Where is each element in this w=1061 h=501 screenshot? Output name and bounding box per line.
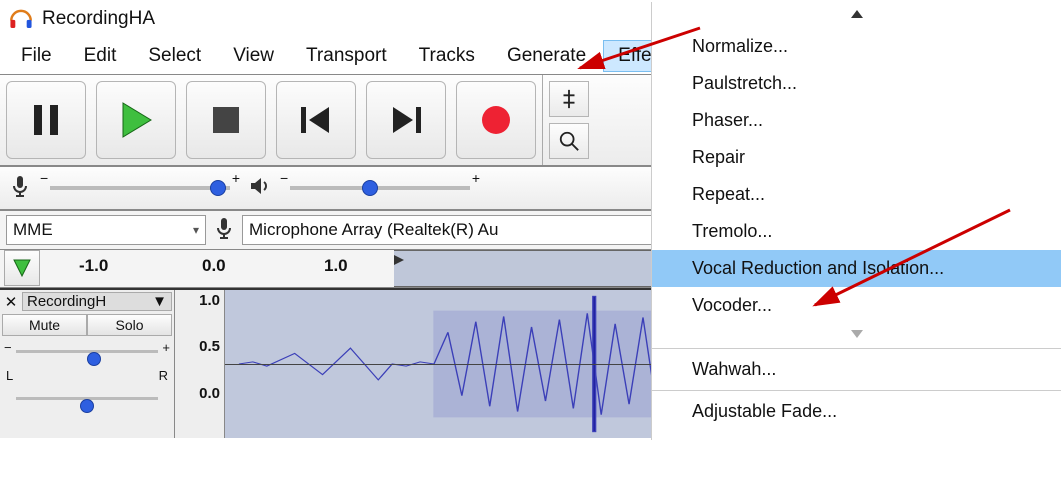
selection-tool-button[interactable] [549,81,589,117]
menu-transport[interactable]: Transport [291,40,402,72]
effect-adjustable-fade[interactable]: Adjustable Fade... [652,393,1061,430]
chevron-down-icon: ▾ [193,223,199,237]
mic-icon [8,174,32,203]
effect-wahwah[interactable]: Wahwah... [652,351,1061,388]
tools-toolbar [543,75,589,165]
vertical-scale: 1.0 0.5 0.0 [175,290,225,438]
pause-button[interactable] [6,81,86,159]
effect-vocal-reduction[interactable]: Vocal Reduction and Isolation... [652,250,1061,287]
skip-end-button[interactable] [366,81,446,159]
menu-tracks[interactable]: Tracks [404,40,490,72]
pan-slider[interactable] [4,389,170,409]
menu-separator [652,390,1061,391]
skip-start-button[interactable] [276,81,356,159]
app-icon [8,6,34,32]
menu-edit[interactable]: Edit [69,40,132,72]
pan-labels: LR [2,368,172,383]
plus-icon: + [232,170,240,186]
menu-separator [652,348,1061,349]
track-name: RecordingH [27,293,106,310]
selection-handle-left[interactable] [394,252,406,264]
minus-icon: − [40,170,48,186]
effect-repeat[interactable]: Repeat... [652,176,1061,213]
menu-file[interactable]: File [6,40,67,72]
menu-generate[interactable]: Generate [492,40,601,72]
ruler-tick: 0.0 [202,256,226,276]
plus-icon: + [472,170,480,186]
solo-button[interactable]: Solo [87,314,172,336]
effect-phaser[interactable]: Phaser... [652,102,1061,139]
track-menu-button[interactable]: RecordingH ▼ [22,292,172,311]
app-title: RecordingHA [42,8,155,30]
zoom-tool-button[interactable] [549,123,589,159]
effect-paulstretch[interactable]: Paulstretch... [652,65,1061,102]
record-button[interactable] [456,81,536,159]
effect-tremolo[interactable]: Tremolo... [652,213,1061,250]
audio-host-combo[interactable]: MME ▾ [6,215,206,245]
menu-scroll-down-disabled [652,324,1061,346]
input-device-value: Microphone Array (Realtek(R) Au [249,220,498,240]
track-close-button[interactable]: ✕ [2,293,20,311]
gain-slider[interactable]: − + [4,342,170,362]
menu-view[interactable]: View [218,40,289,72]
minus-icon: − [280,170,288,186]
menu-scroll-up[interactable] [652,2,1061,28]
effect-vocoder[interactable]: Vocoder... [652,287,1061,324]
audio-host-value: MME [13,220,53,240]
track-control-panel: ✕ RecordingH ▼ Mute Solo − + LR [0,290,175,438]
ruler-tick: -1.0 [79,256,108,276]
effect-repair[interactable]: Repair [652,139,1061,176]
speaker-icon [248,174,272,203]
playback-volume-slider[interactable]: − + [280,176,480,200]
ruler-tick: 1.0 [324,256,348,276]
play-button[interactable] [96,81,176,159]
mute-button[interactable]: Mute [2,314,87,336]
effect-normalize[interactable]: Normalize... [652,28,1061,65]
recording-volume-slider[interactable]: − + [40,176,240,200]
mic-icon [212,216,236,245]
effect-menu-dropdown: Normalize... Paulstretch... Phaser... Re… [651,2,1061,440]
stop-button[interactable] [186,81,266,159]
playhead-button[interactable] [4,250,40,286]
menu-select[interactable]: Select [133,40,216,72]
triangle-down-icon: ▼ [152,293,167,310]
